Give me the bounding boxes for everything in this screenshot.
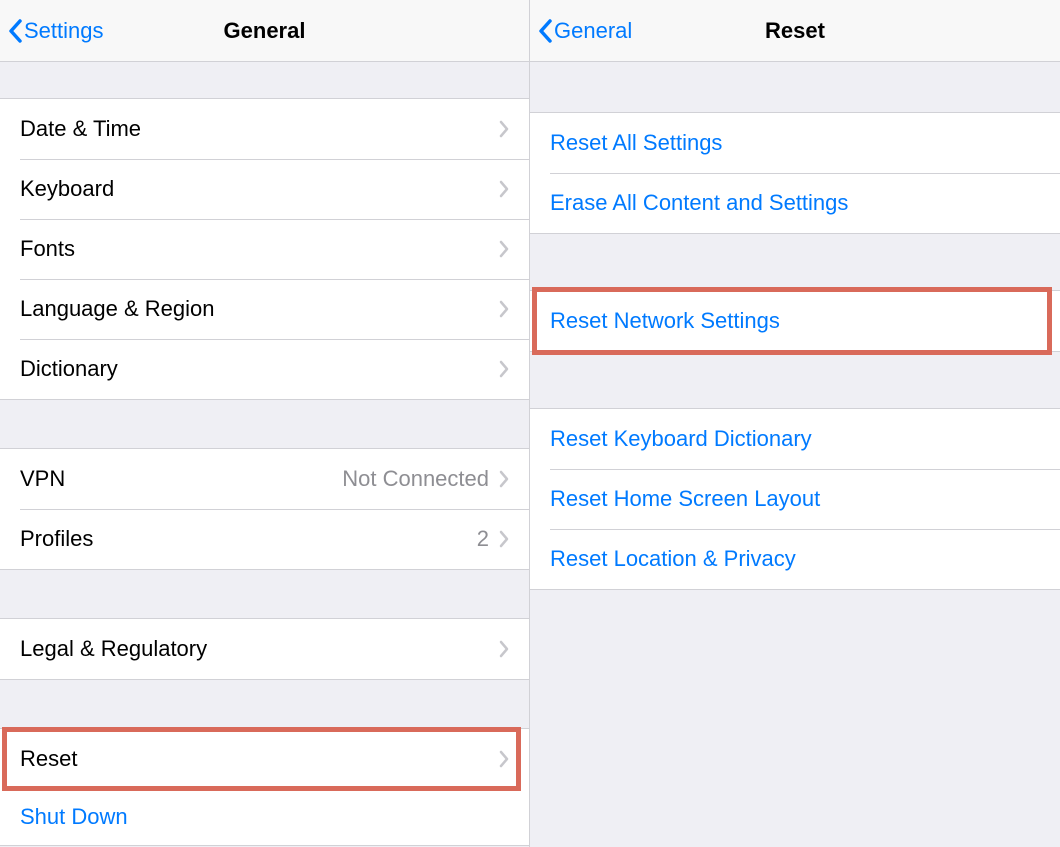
row-label: Keyboard	[20, 176, 499, 202]
back-label: General	[554, 18, 632, 44]
chevron-left-icon	[8, 19, 22, 43]
back-button-settings[interactable]: Settings	[8, 18, 104, 44]
group-reset-other: Reset Keyboard Dictionary Reset Home Scr…	[530, 408, 1060, 590]
row-shut-down[interactable]: Shut Down	[0, 789, 529, 845]
group-vpn-profiles: VPN Not Connected Profiles 2	[0, 448, 529, 570]
row-profiles[interactable]: Profiles 2	[0, 509, 529, 569]
page-title: General	[224, 18, 306, 44]
row-label: Reset Home Screen Layout	[550, 486, 1040, 512]
chevron-right-icon	[499, 180, 509, 198]
general-settings-pane: Settings General Date & Time Keyboard Fo…	[0, 0, 530, 847]
page-title: Reset	[765, 18, 825, 44]
group-legal: Legal & Regulatory	[0, 618, 529, 680]
row-reset-home-screen-layout[interactable]: Reset Home Screen Layout	[530, 469, 1060, 529]
row-label: Erase All Content and Settings	[550, 190, 1040, 216]
chevron-right-icon	[499, 360, 509, 378]
row-vpn[interactable]: VPN Not Connected	[0, 449, 529, 509]
group-date-keyboard: Date & Time Keyboard Fonts Language & Re…	[0, 98, 529, 400]
row-date-time[interactable]: Date & Time	[0, 99, 529, 159]
group-reset-all: Reset All Settings Erase All Content and…	[530, 112, 1060, 234]
chevron-right-icon	[499, 470, 509, 488]
group-spacer	[0, 62, 529, 98]
chevron-right-icon	[499, 750, 509, 768]
row-label: Reset Location & Privacy	[550, 546, 1040, 572]
row-label: Shut Down	[20, 804, 509, 830]
row-reset-network-settings[interactable]: Reset Network Settings	[530, 291, 1060, 351]
row-label: Reset All Settings	[550, 130, 1040, 156]
group-spacer	[0, 680, 529, 728]
row-language-region[interactable]: Language & Region	[0, 279, 529, 339]
group-spacer	[0, 400, 529, 448]
row-label: Reset	[20, 746, 499, 772]
row-dictionary[interactable]: Dictionary	[0, 339, 529, 399]
group-reset-shutdown: Reset Shut Down	[0, 728, 529, 846]
group-spacer	[530, 62, 1060, 112]
row-label: Fonts	[20, 236, 499, 262]
group-reset-network: Reset Network Settings	[530, 290, 1060, 352]
row-value: 2	[477, 526, 489, 552]
chevron-right-icon	[499, 300, 509, 318]
group-spacer	[530, 234, 1060, 290]
reset-settings-pane: General Reset Reset All Settings Erase A…	[530, 0, 1060, 847]
chevron-right-icon	[499, 240, 509, 258]
row-value: Not Connected	[342, 466, 489, 492]
chevron-right-icon	[499, 530, 509, 548]
row-erase-all-content[interactable]: Erase All Content and Settings	[530, 173, 1060, 233]
row-label: Legal & Regulatory	[20, 636, 499, 662]
row-keyboard[interactable]: Keyboard	[0, 159, 529, 219]
row-reset-location-privacy[interactable]: Reset Location & Privacy	[530, 529, 1060, 589]
row-label: Dictionary	[20, 356, 499, 382]
nav-bar: Settings General	[0, 0, 529, 62]
row-label: Date & Time	[20, 116, 499, 142]
group-spacer	[530, 352, 1060, 408]
row-reset-keyboard-dictionary[interactable]: Reset Keyboard Dictionary	[530, 409, 1060, 469]
row-label: Profiles	[20, 526, 477, 552]
group-spacer	[0, 570, 529, 618]
row-reset-all-settings[interactable]: Reset All Settings	[530, 113, 1060, 173]
chevron-left-icon	[538, 19, 552, 43]
chevron-right-icon	[499, 640, 509, 658]
row-fonts[interactable]: Fonts	[0, 219, 529, 279]
nav-bar: General Reset	[530, 0, 1060, 62]
back-button-general[interactable]: General	[538, 18, 632, 44]
row-label: VPN	[20, 466, 342, 492]
row-label: Reset Network Settings	[550, 308, 1040, 334]
back-label: Settings	[24, 18, 104, 44]
row-legal-regulatory[interactable]: Legal & Regulatory	[0, 619, 529, 679]
row-reset[interactable]: Reset	[0, 729, 529, 789]
row-label: Reset Keyboard Dictionary	[550, 426, 1040, 452]
row-label: Language & Region	[20, 296, 499, 322]
chevron-right-icon	[499, 120, 509, 138]
